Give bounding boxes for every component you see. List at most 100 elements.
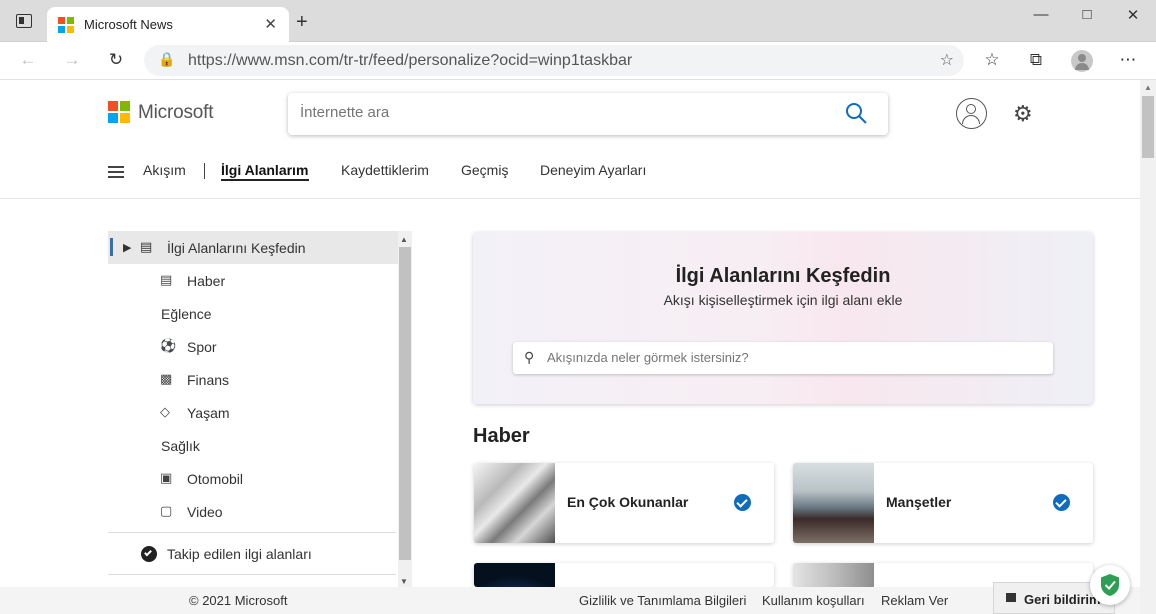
- nav-interests[interactable]: İlgi Alanlarım: [221, 162, 308, 178]
- sidebar-item-label: Haber: [187, 273, 226, 289]
- check-circle-icon: [141, 546, 157, 562]
- scroll-up-icon[interactable]: ▲: [400, 235, 408, 244]
- sidebar-item-finance[interactable]: ▩ Finans: [108, 363, 398, 396]
- terms-link[interactable]: Kullanım koşulları: [762, 593, 865, 608]
- collections-icon[interactable]: ⧉: [1024, 50, 1048, 72]
- address-bar[interactable]: 🔒 https://www.msn.com/tr-tr/feed/persona…: [144, 45, 964, 76]
- discover-icon: ▤: [140, 239, 153, 254]
- profile-icon[interactable]: [1071, 50, 1093, 72]
- sidebar-scroll-thumb[interactable]: [399, 247, 411, 560]
- sidebar-item-news[interactable]: ▤ Haber: [108, 264, 398, 297]
- interest-card-most-read[interactable]: En Çok Okunanlar: [474, 463, 774, 543]
- sign-in-avatar-icon[interactable]: [956, 98, 987, 129]
- nav-experience-settings[interactable]: Deneyim Ayarları: [540, 162, 646, 178]
- sidebar-item-label: Otomobil: [187, 471, 244, 487]
- interest-search-box[interactable]: ⚲: [513, 342, 1053, 374]
- maximize-icon[interactable]: □: [1072, 6, 1102, 23]
- nav-saved[interactable]: Kaydettiklerim: [341, 162, 429, 178]
- newspaper-icon: ▤: [160, 272, 173, 287]
- newspaper-thumbnail: [474, 463, 555, 543]
- minimize-icon[interactable]: —: [1026, 6, 1056, 23]
- new-tab-button[interactable]: +: [296, 12, 308, 32]
- msn-header: Microsoft ⚙ Akışım İlgi Alanlarım Kaydet…: [0, 80, 1140, 199]
- sidebar-item-video[interactable]: ▢ Video: [108, 495, 398, 528]
- interest-search-input[interactable]: [547, 350, 1027, 365]
- advertise-link[interactable]: Reklam Ver: [881, 593, 948, 608]
- search-icon: ⚲: [524, 349, 535, 365]
- checked-icon[interactable]: [734, 494, 751, 511]
- expand-arrow-icon[interactable]: ▶: [123, 241, 131, 254]
- nav-history[interactable]: Geçmiş: [461, 162, 508, 178]
- ball-icon: ⚽: [160, 338, 177, 353]
- privacy-link[interactable]: Gizlilik ve Tanımlama Bilgileri: [579, 593, 746, 608]
- shield-icon: [1101, 574, 1119, 596]
- sidebar-item-label: Video: [187, 504, 223, 520]
- copyright-text: © 2021 Microsoft: [189, 593, 288, 608]
- explore-title: İlgi Alanlarını Keşfedin: [675, 265, 891, 287]
- close-window-icon[interactable]: ✕: [1118, 6, 1148, 24]
- nav-feed[interactable]: Akışım: [143, 162, 186, 178]
- address-url[interactable]: https://www.msn.com/tr-tr/feed/personali…: [188, 52, 632, 70]
- feedback-icon: [1006, 593, 1016, 602]
- security-shield-button[interactable]: [1090, 565, 1130, 605]
- favorites-icon[interactable]: ☆: [980, 50, 1004, 72]
- card-title: Manşetler: [886, 494, 952, 510]
- sidebar-item-label: Spor: [187, 339, 217, 355]
- gear-icon[interactable]: ⚙: [1013, 101, 1033, 127]
- photo-thumbnail: [793, 563, 874, 587]
- sidebar-divider: [108, 532, 396, 533]
- scroll-up-icon[interactable]: ▲: [1144, 83, 1152, 92]
- active-nav-underline: [221, 179, 309, 181]
- sidebar-item-label: Sağlık: [161, 438, 200, 454]
- sidebar-scrollbar[interactable]: ▲ ▼: [398, 231, 412, 589]
- page-footer: © 2021 Microsoft Gizlilik ve Tanımlama B…: [0, 587, 1140, 614]
- video-icon: ▢: [160, 503, 173, 518]
- interest-card-headlines[interactable]: Manşetler: [793, 463, 1093, 543]
- diamond-icon: ◇: [160, 404, 170, 419]
- sidebar-item-auto[interactable]: ▣ Otomobil: [108, 462, 398, 495]
- explore-interests-panel: İlgi Alanlarını Keşfedin Akışı kişiselle…: [473, 232, 1093, 404]
- sidebar-item-label: Eğlence: [161, 306, 212, 322]
- interests-sidebar: ▶ ▤ İlgi Alanlarını Keşfedin ▤ Haber Eğl…: [108, 231, 413, 589]
- sidebar-item-label: İlgi Alanlarını Keşfedin: [167, 240, 306, 256]
- selection-indicator: [110, 238, 113, 256]
- settings-more-icon[interactable]: ⋯: [1116, 50, 1140, 72]
- sidebar-item-label: Yaşam: [187, 405, 230, 421]
- nav-divider: [204, 163, 205, 179]
- search-icon[interactable]: [844, 101, 868, 125]
- sidebar-item-entertainment[interactable]: Eğlence: [108, 297, 398, 330]
- web-search-box[interactable]: [288, 93, 888, 135]
- back-icon[interactable]: ←: [16, 50, 40, 72]
- sidebar-item-health[interactable]: Sağlık: [108, 429, 398, 462]
- refresh-icon[interactable]: ↻: [104, 50, 128, 72]
- car-icon: ▣: [160, 470, 173, 485]
- sidebar-divider: [108, 574, 396, 575]
- sidebar-item-label: Finans: [187, 372, 230, 388]
- explore-subtitle: Akışı kişiselleştirmek için ilgi alanı e…: [663, 292, 903, 308]
- forward-icon[interactable]: →: [60, 50, 84, 72]
- tab-actions-icon[interactable]: [16, 14, 32, 28]
- earth-thumbnail: [474, 563, 555, 587]
- chart-icon: ▩: [160, 371, 173, 386]
- sidebar-item-lifestyle[interactable]: ◇ Yaşam: [108, 396, 398, 429]
- sidebar-item-discover[interactable]: ▶ ▤ İlgi Alanlarını Keşfedin: [108, 231, 398, 264]
- page-scroll-thumb[interactable]: [1142, 96, 1154, 158]
- sidebar-item-label: Takip edilen ilgi alanları: [167, 546, 312, 562]
- microsoft-favicon-icon: [58, 17, 74, 33]
- sidebar-item-sports[interactable]: ⚽ Spor: [108, 330, 398, 363]
- checked-icon[interactable]: [1053, 494, 1070, 511]
- browser-tab[interactable]: Microsoft News ✕: [47, 7, 289, 42]
- page-scrollbar[interactable]: ▲: [1140, 80, 1156, 614]
- brand-name[interactable]: Microsoft: [138, 102, 213, 124]
- scroll-down-icon[interactable]: ▼: [400, 577, 408, 586]
- hamburger-menu-icon[interactable]: [108, 166, 124, 181]
- close-tab-icon[interactable]: ✕: [264, 15, 277, 33]
- tab-title: Microsoft News: [84, 17, 173, 32]
- card-title: En Çok Okunanlar: [567, 494, 689, 510]
- sidebar-item-followed[interactable]: Takip edilen ilgi alanları: [108, 537, 398, 570]
- add-favorite-icon[interactable]: ☆: [940, 50, 954, 70]
- lock-icon[interactable]: 🔒: [158, 51, 175, 68]
- microsoft-logo-icon[interactable]: [108, 101, 130, 123]
- web-search-input[interactable]: [300, 104, 800, 121]
- interest-card-partial[interactable]: [474, 563, 774, 587]
